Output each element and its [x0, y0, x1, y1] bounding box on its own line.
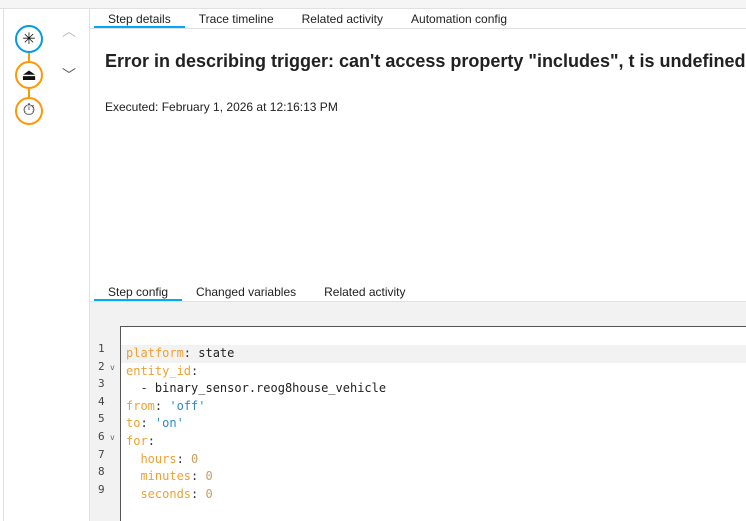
yaml-separator: : [191, 363, 199, 378]
tab-step-config[interactable]: Step config [94, 284, 183, 301]
connector [28, 89, 30, 97]
delay-node-timer-icon[interactable]: ⏱ [15, 97, 43, 125]
tab-step-details[interactable]: Step details [94, 9, 185, 28]
line-number: 3 [98, 377, 105, 391]
yaml-separator: : [154, 398, 170, 413]
yaml-value: state [198, 346, 235, 360]
error-title: Error in describing trigger: can't acces… [105, 51, 746, 71]
tab-trace-timeline[interactable]: Trace timeline [185, 9, 288, 28]
action-node-bell-icon[interactable]: ⏏ [15, 61, 43, 89]
line-number: 9 [98, 482, 105, 496]
yaml-value: 'on' [154, 416, 184, 431]
yaml-editor[interactable]: platform: state entity_id: - binary_senso… [120, 326, 746, 521]
code-lines: platform: state entity_id: - binary_senso… [121, 345, 746, 503]
tab-related-activity-sub[interactable]: Related activity [310, 284, 419, 301]
code-line: minutes: 0 [121, 468, 746, 486]
code-line: - binary_sensor.reog8house_vehicle [121, 380, 746, 398]
tab-bar: Step details Trace timeline Related acti… [90, 9, 746, 29]
yaml-key: platform [126, 346, 184, 360]
yaml-value: 0 [205, 486, 213, 501]
line-number: 8 [98, 465, 105, 479]
fold-chevron-icon[interactable]: v [110, 433, 115, 442]
yaml-separator: : [140, 416, 155, 431]
top-bar [0, 0, 746, 9]
trigger-node-asterisk-icon[interactable]: ✳ [15, 25, 43, 53]
tab-related-activity[interactable]: Related activity [288, 9, 397, 28]
yaml-separator: : [183, 346, 199, 360]
trace-graph-panel: ✳ ⏏ ⏱ ︿ ﹀ [3, 9, 90, 521]
connector [28, 53, 30, 61]
code-line: platform: state [121, 345, 746, 363]
code-line: to: 'on' [121, 415, 746, 433]
yaml-separator: : [191, 469, 206, 484]
code-line: entity_id: [121, 363, 746, 381]
yaml-key: seconds [126, 486, 192, 501]
yaml-value: 'off' [169, 398, 206, 413]
yaml-separator: - [126, 381, 155, 396]
line-number: 6v [98, 429, 115, 443]
yaml-key: minutes [126, 469, 192, 484]
yaml-separator: : [147, 433, 155, 448]
line-number: 7 [98, 447, 105, 461]
sub-tab-bar: Step config Changed variables Related ac… [90, 284, 746, 302]
line-gutter: 1 2v 3 4 5 6v 7 8 9 [90, 342, 118, 500]
line-number: 4 [98, 394, 105, 408]
line-number: 2v [98, 359, 115, 373]
yaml-value: 0 [205, 469, 213, 484]
code-line: from: 'off' [121, 398, 746, 416]
executed-timestamp: Executed: February 1, 2026 at 12:16:13 P… [105, 100, 338, 114]
code-line: seconds: 0 [121, 486, 746, 504]
tab-automation-config[interactable]: Automation config [397, 9, 521, 28]
yaml-key: to [126, 416, 141, 431]
code-line: for: [121, 433, 746, 451]
yaml-separator: : [176, 451, 192, 466]
code-editor-container: 12v3456v789 platform: state entity_id: - … [90, 302, 746, 521]
yaml-value: binary_sensor.reog8house_vehicle [154, 381, 387, 396]
line-number: 1 [98, 342, 105, 355]
yaml-value: 0 [191, 451, 199, 466]
main-panel: Step details Trace timeline Related acti… [90, 9, 746, 521]
yaml-key: for [126, 433, 148, 448]
chevron-up-icon[interactable]: ︿ [62, 21, 76, 41]
yaml-separator: : [191, 486, 206, 501]
yaml-key: from [126, 398, 155, 413]
yaml-key: entity_id [126, 363, 192, 378]
code-line: hours: 0 [121, 451, 746, 469]
tab-changed-variables[interactable]: Changed variables [182, 284, 310, 301]
line-number: 5 [98, 412, 105, 426]
chevron-down-icon[interactable]: ﹀ [62, 65, 76, 85]
fold-chevron-icon[interactable]: v [110, 363, 115, 372]
yaml-key: hours [126, 451, 177, 466]
